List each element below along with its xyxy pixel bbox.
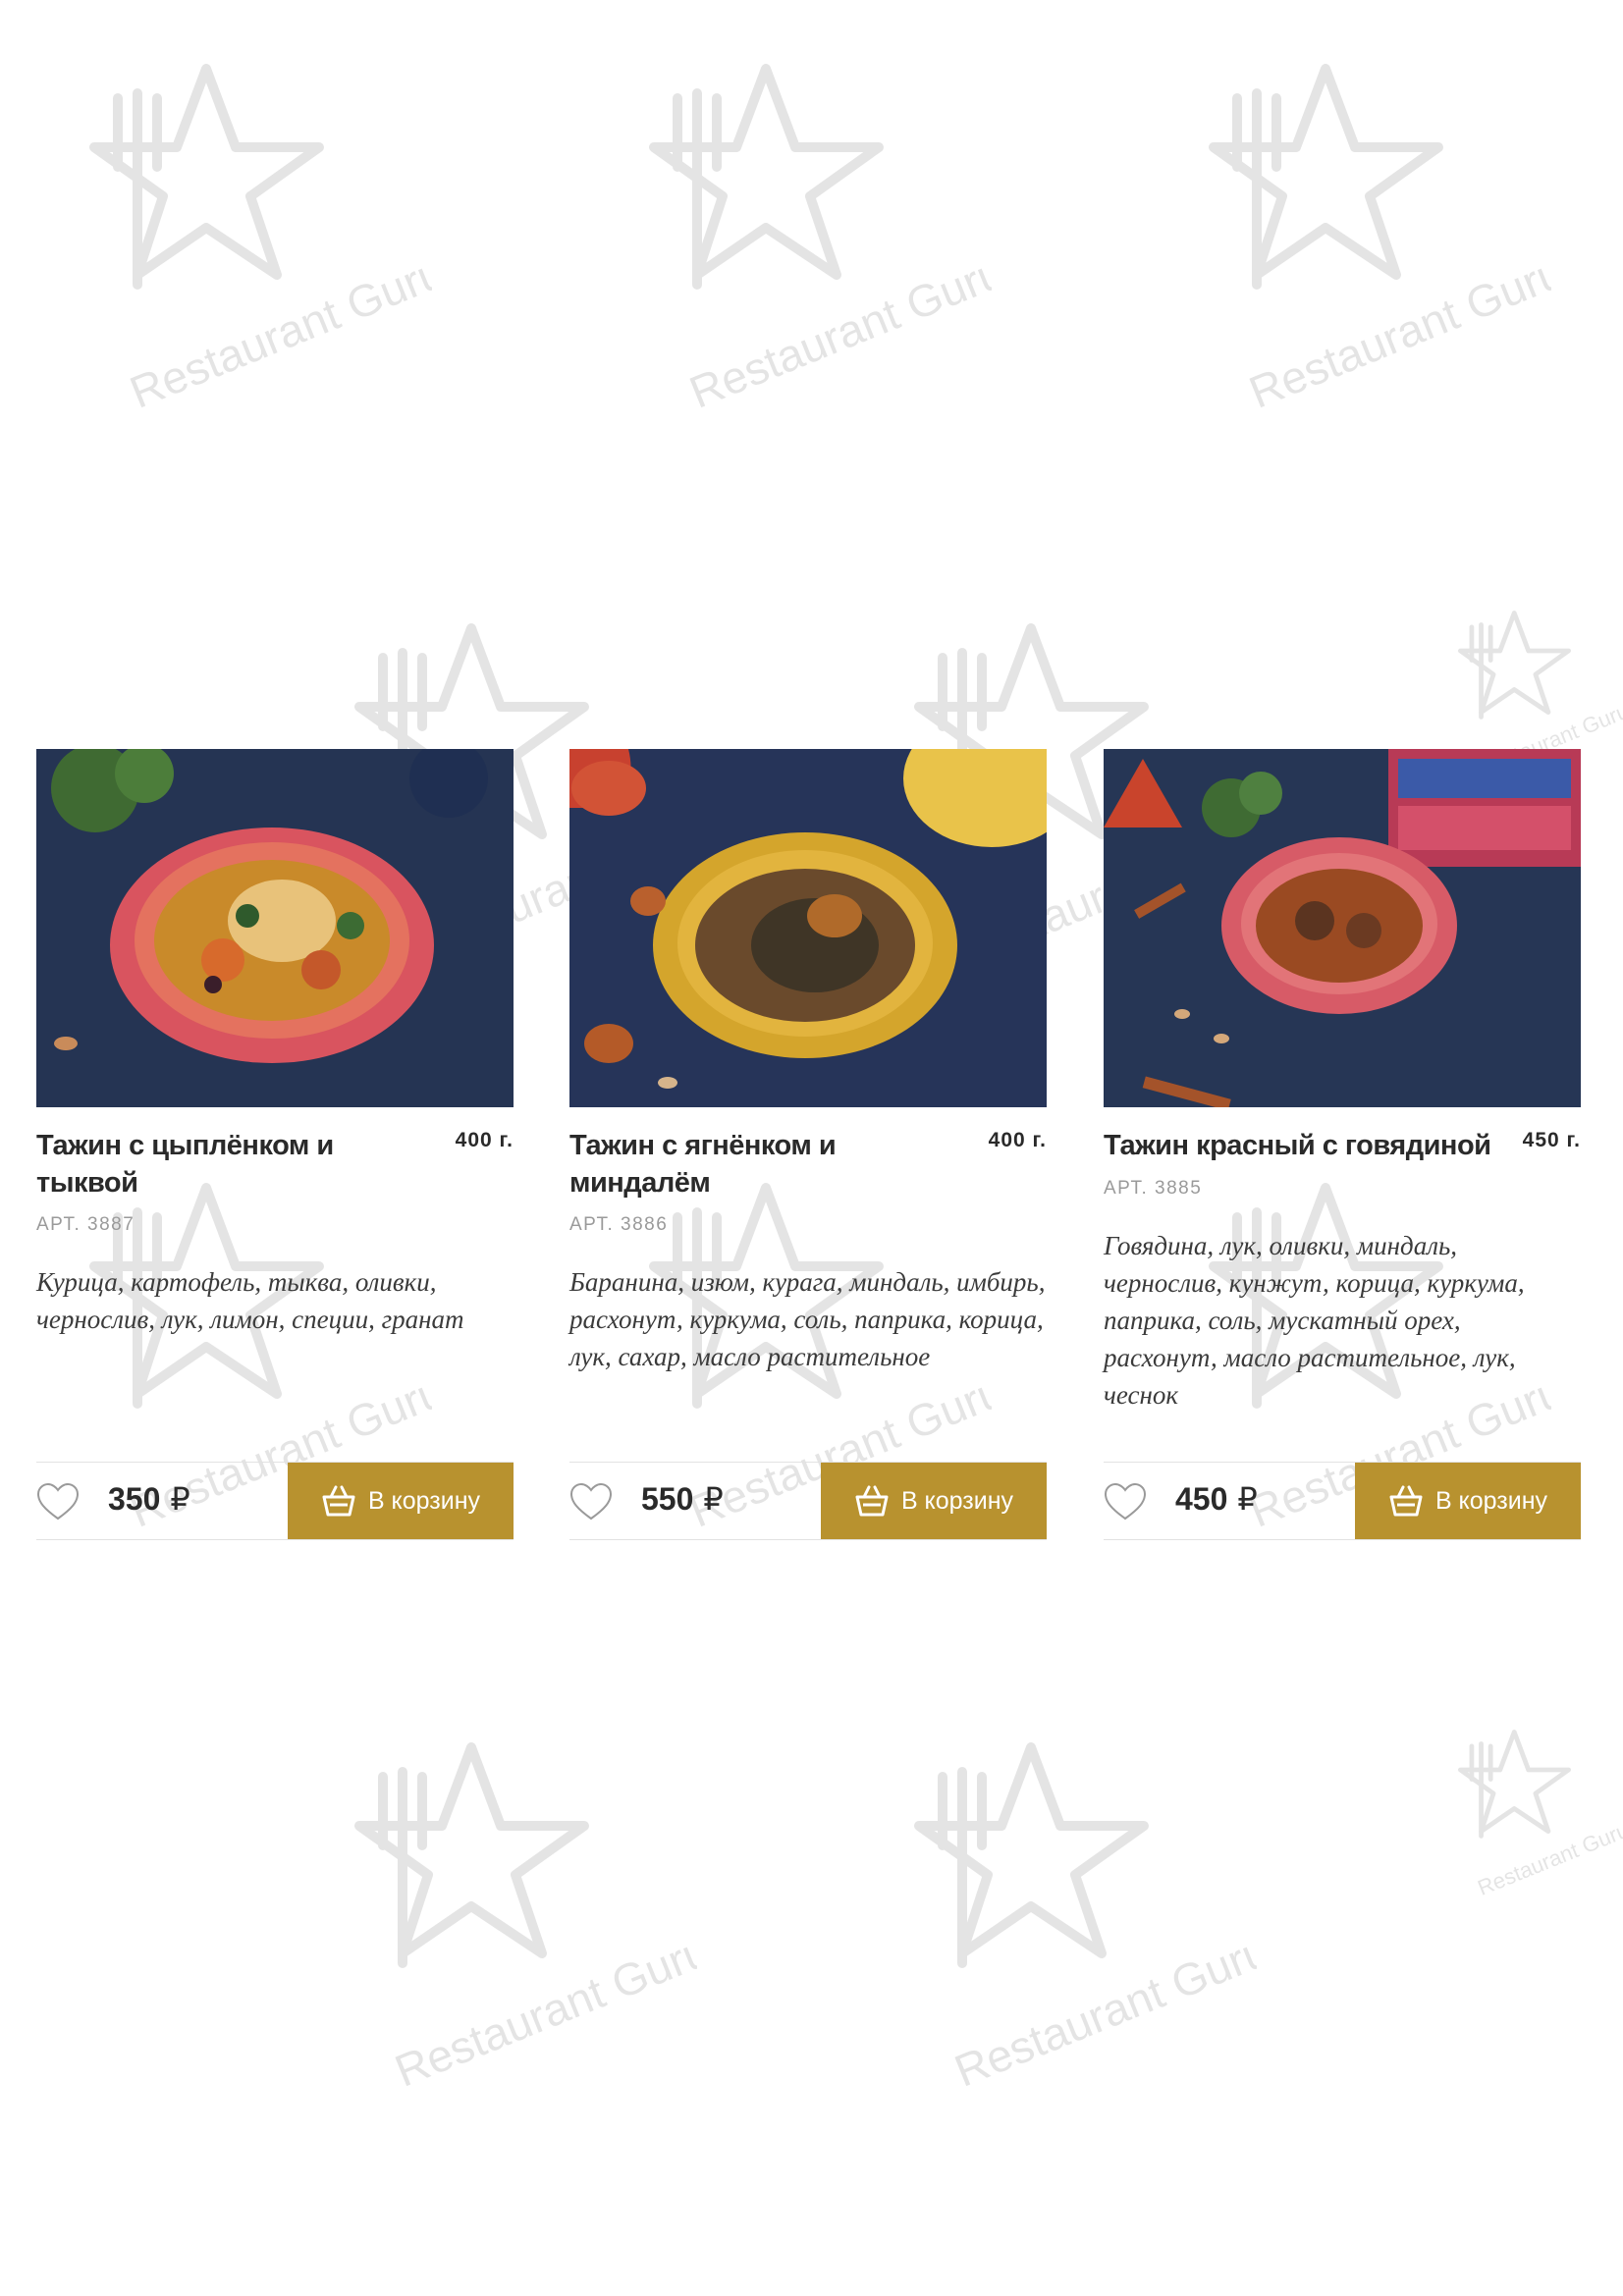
product-grid: Тажин с цыплёнком и тыквой 400 г. АРТ. 3… xyxy=(36,749,1581,1544)
product-description: Говядина, лук, оливки, миндаль, черносли… xyxy=(1104,1231,1525,1410)
add-to-cart-button[interactable]: В корзину xyxy=(821,1463,1047,1539)
product-description: Баранина, изюм, курага, миндаль, имбирь,… xyxy=(569,1267,1046,1371)
product-title[interactable]: Тажин красный с говядиной xyxy=(1104,1127,1506,1164)
heart-icon[interactable] xyxy=(36,1482,80,1522)
product-article: АРТ. 3886 xyxy=(569,1214,669,1235)
product-photo[interactable] xyxy=(569,749,1047,1107)
watermark-logo: Restaurant Guru xyxy=(1443,1718,1623,2091)
product-article: АРТ. 3885 xyxy=(1104,1178,1203,1199)
add-to-cart-button[interactable]: В корзину xyxy=(1355,1463,1581,1539)
price-value: 350 xyxy=(108,1481,161,1517)
watermark-logo: Restaurant Guru xyxy=(1178,39,1571,418)
product-description: Курица, картофель, тыква, оливки, чернос… xyxy=(36,1267,464,1334)
product-weight: 400 г. xyxy=(988,1129,1047,1151)
product-price: 550 ₽ xyxy=(641,1480,724,1518)
heart-icon[interactable] xyxy=(1104,1482,1147,1522)
price-value: 550 xyxy=(641,1481,694,1517)
add-to-cart-label: В корзину xyxy=(367,1486,481,1515)
product-photo[interactable] xyxy=(1104,749,1581,1107)
product-card: Тажин с ягнёнком и миндалём 400 г. АРТ. … xyxy=(569,749,1047,1544)
basket-icon xyxy=(322,1485,355,1517)
product-title[interactable]: Тажин с ягнёнком и миндалём xyxy=(569,1127,962,1201)
add-to-cart-label: В корзину xyxy=(900,1486,1014,1515)
product-card: Тажин красный с говядиной 450 г. АРТ. 38… xyxy=(1104,749,1581,1544)
product-weight: 450 г. xyxy=(1522,1129,1581,1151)
currency-symbol: ₽ xyxy=(703,1481,724,1517)
svg-text:Restaurant Guru: Restaurant Guru xyxy=(1242,245,1551,412)
product-actions: 550 ₽ В корзину xyxy=(569,1462,1047,1540)
svg-text:Restaurant Guru: Restaurant Guru xyxy=(388,1924,697,2091)
watermark-logo: Restaurant Guru xyxy=(884,1718,1276,2097)
svg-text:Restaurant Guru: Restaurant Guru xyxy=(682,245,992,412)
price-value: 450 xyxy=(1175,1481,1228,1517)
basket-icon xyxy=(1389,1485,1423,1517)
add-to-cart-button[interactable]: В корзину xyxy=(288,1463,514,1539)
product-actions: 350 ₽ В корзину xyxy=(36,1462,514,1540)
product-photo[interactable] xyxy=(36,749,514,1107)
svg-text:Restaurant Guru: Restaurant Guru xyxy=(947,1924,1257,2091)
product-article: АРТ. 3887 xyxy=(36,1214,135,1235)
product-price: 350 ₽ xyxy=(108,1480,190,1518)
currency-symbol: ₽ xyxy=(170,1481,190,1517)
basket-icon xyxy=(855,1485,889,1517)
svg-text:Restaurant Guru: Restaurant Guru xyxy=(1474,1817,1623,1899)
watermark-logo: Restaurant Guru xyxy=(619,39,1011,418)
product-weight: 400 г. xyxy=(455,1129,514,1151)
watermark-logo: Restaurant Guru xyxy=(59,39,452,418)
product-actions: 450 ₽ В корзину xyxy=(1104,1462,1581,1540)
currency-symbol: ₽ xyxy=(1237,1481,1258,1517)
add-to-cart-label: В корзину xyxy=(1434,1486,1548,1515)
svg-text:Restaurant Guru: Restaurant Guru xyxy=(123,245,432,412)
heart-icon[interactable] xyxy=(569,1482,613,1522)
watermark-logo: Restaurant Guru xyxy=(324,1718,717,2097)
product-title[interactable]: Тажин с цыплёнком и тыквой xyxy=(36,1127,429,1201)
product-card: Тажин с цыплёнком и тыквой 400 г. АРТ. 3… xyxy=(36,749,514,1544)
product-price: 450 ₽ xyxy=(1175,1480,1258,1518)
